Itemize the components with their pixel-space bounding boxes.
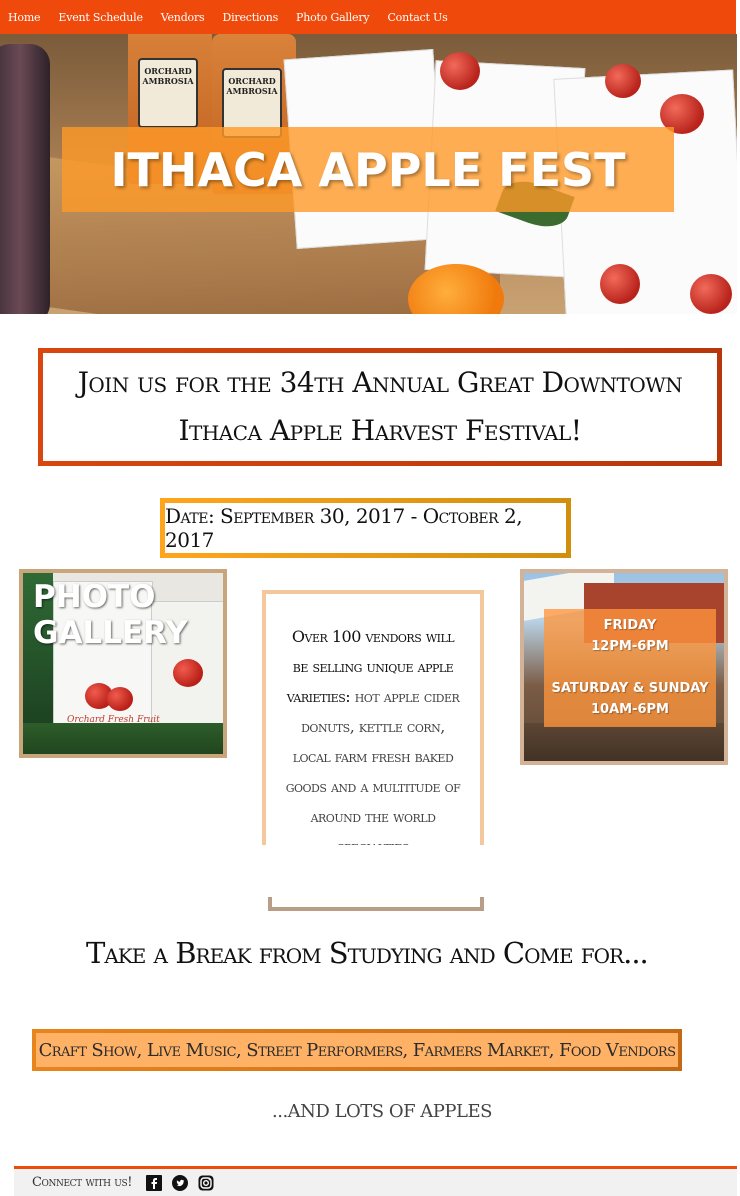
photo-gallery-title: PHOTO GALLERY [33, 579, 188, 651]
activities-text: Craft Show, Live Music, Street Performer… [38, 1039, 676, 1061]
apple [173, 659, 203, 687]
hero-title: ITHACA APPLE FEST [110, 142, 626, 197]
intro-text: Join us for the 34th Annual Great Downto… [77, 366, 683, 447]
tile-grass [23, 723, 223, 754]
bottle-label: ORCHARD AMBROSIA [138, 58, 198, 128]
apple [605, 64, 641, 98]
nav-contact-us[interactable]: Contact Us [387, 11, 447, 24]
vendors-list: hot apple cider donuts, kettle corn, loc… [285, 687, 461, 845]
nav-directions[interactable]: Directions [222, 11, 278, 24]
activities-bar: Craft Show, Live Music, Street Performer… [32, 1029, 682, 1071]
date-text: Date: September 30, 2017 - October 2, 20… [165, 504, 523, 552]
apples-line: ...AND LOTS OF APPLES [272, 1101, 492, 1122]
hours-tile: FRIDAY 12PM-6PM SATURDAY & SUNDAY 10AM-6… [520, 569, 728, 765]
nav-photo-gallery[interactable]: Photo Gallery [296, 11, 370, 24]
apple [107, 687, 133, 711]
hero-title-banner: ITHACA APPLE FEST [62, 127, 674, 212]
nav-vendors[interactable]: Vendors [161, 11, 205, 24]
friday-label: FRIDAY [603, 618, 657, 633]
vendors-text: Over 100 vendors will be selling unique … [283, 622, 463, 845]
footer: Connect with us! [14, 1166, 737, 1196]
date-box: Date: September 30, 2017 - October 2, 20… [160, 498, 571, 558]
weekend-label: SATURDAY & SUNDAY [551, 681, 709, 696]
connect-label: Connect with us! [32, 1175, 133, 1190]
instagram-icon[interactable] [198, 1175, 214, 1191]
photo-gallery-title-line2: GALLERY [33, 615, 188, 651]
break-heading: Take a Break from Studying and Come for.… [86, 936, 649, 970]
twitter-icon[interactable] [172, 1174, 189, 1191]
top-nav: Home Event Schedule Vendors Directions P… [0, 0, 736, 34]
nav-event-schedule[interactable]: Event Schedule [58, 11, 143, 24]
photo-gallery-title-line1: PHOTO [33, 579, 156, 615]
nav-home[interactable]: Home [8, 11, 41, 24]
vendors-box-bottom [268, 897, 484, 911]
weekend-hours: 10AM-6PM [591, 702, 669, 717]
apple [440, 52, 480, 90]
crates [524, 723, 724, 761]
hero-image: ORCHARD AMBROSIA ORCHARD AMBROSIA ITHACA… [0, 34, 737, 314]
hero-umbrella [0, 44, 50, 314]
vendors-box: Over 100 vendors will be selling unique … [262, 590, 484, 845]
apple [600, 264, 640, 304]
photo-gallery-tile[interactable]: Orchard Fresh Fruit PHOTO GALLERY [19, 569, 227, 758]
friday-hours: 12PM-6PM [591, 639, 669, 654]
intro-box: Join us for the 34th Annual Great Downto… [38, 348, 722, 466]
facebook-icon[interactable] [146, 1174, 163, 1191]
apple [690, 274, 732, 314]
